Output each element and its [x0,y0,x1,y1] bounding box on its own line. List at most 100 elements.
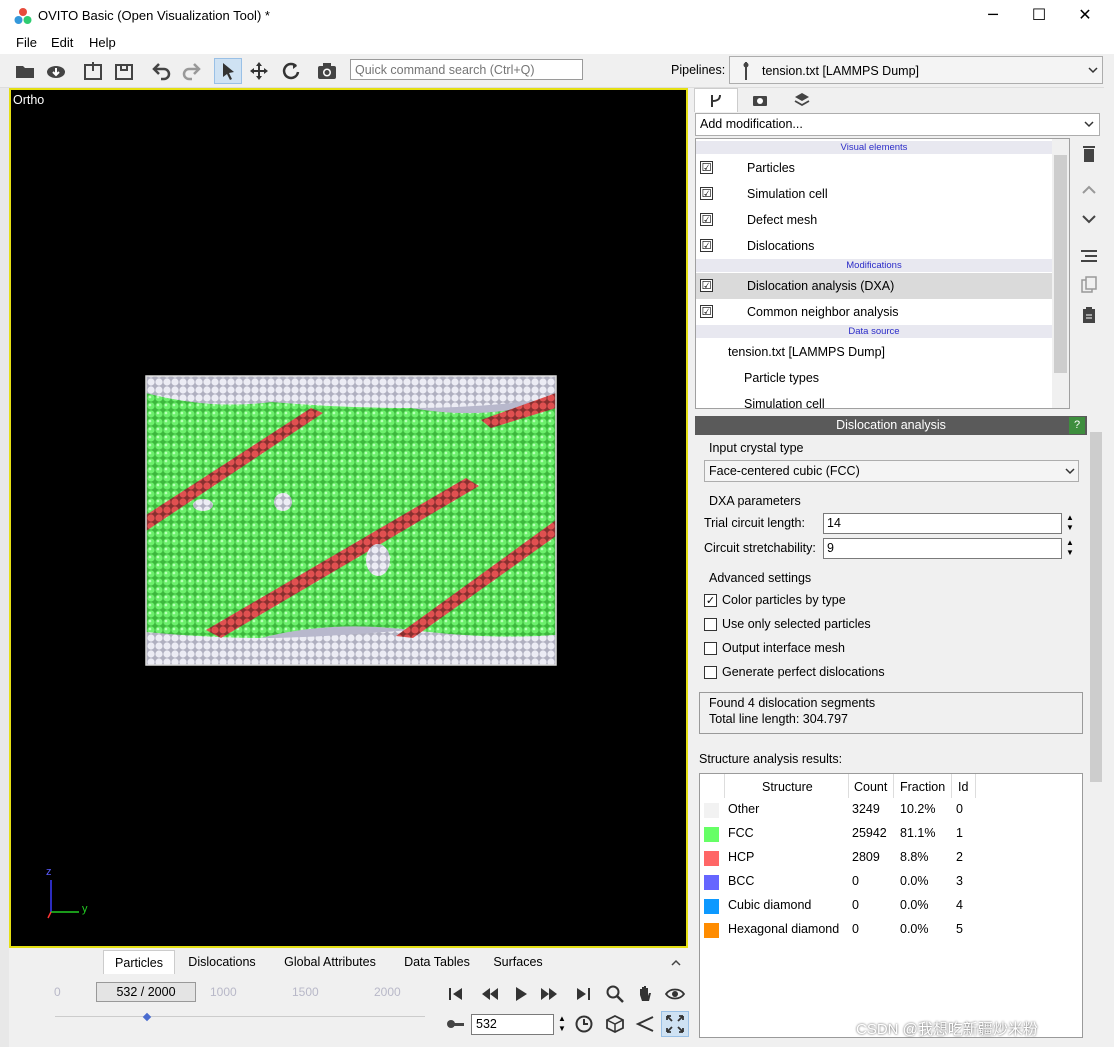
visual-checkbox[interactable]: ☑ [700,187,713,200]
pipeline-item-defect-mesh[interactable]: ☑ Defect mesh [696,207,1052,233]
pipeline-item-particles[interactable]: ☑ Particles [696,155,1052,181]
tab-overlays[interactable] [780,88,824,112]
orbit-eye-icon[interactable] [661,981,689,1007]
table-row[interactable]: Other 3249 10.2% 0 [700,798,1082,822]
structure-color-swatch[interactable] [704,827,719,842]
col-fraction[interactable]: Fraction [900,780,945,794]
menu-help[interactable]: Help [89,35,116,50]
menu-file[interactable]: File [16,35,37,50]
pipeline-list-scrollbar[interactable] [1052,139,1069,408]
menu-edit[interactable]: Edit [51,35,73,50]
visual-checkbox[interactable]: ☑ [700,161,713,174]
copy-modifier-icon[interactable] [1076,272,1102,298]
crystal-type-select[interactable]: Face-centered cubic (FCC) [704,460,1079,482]
add-modification-dropdown[interactable]: Add modification... [695,113,1100,136]
pipeline-editor-list[interactable]: Visual elements ☑ Particles ☑ Simulation c… [695,138,1070,409]
tab-render[interactable] [738,88,782,112]
panel-scrollbar[interactable] [1088,416,1104,1038]
circuit-stretchability-spinner[interactable]: ▲ ▼ [1064,538,1076,559]
jump-to-start-icon[interactable] [442,981,470,1007]
previous-frame-icon[interactable] [476,981,504,1007]
clipboard-icon[interactable] [1076,302,1102,328]
open-file-icon[interactable] [11,58,39,84]
pipeline-item-source-cell[interactable]: Simulation cell [696,391,1052,408]
play-icon[interactable] [506,981,534,1007]
pipeline-item-dislocations[interactable]: ☑ Dislocations [696,233,1052,259]
import-icon[interactable] [79,58,107,84]
chevron-up-icon[interactable] [671,958,681,966]
checkbox[interactable] [704,666,717,679]
tab-dislocations[interactable]: Dislocations [179,950,265,974]
current-frame-input[interactable]: 532 [471,1014,554,1035]
time-slider-handle[interactable]: 532 / 2000 [96,982,196,1002]
save-session-icon[interactable] [110,58,138,84]
tab-pipeline[interactable] [694,88,738,112]
tab-particles[interactable]: Particles [103,950,175,974]
render-camera-icon[interactable] [313,58,341,84]
load-remote-icon[interactable] [42,58,70,84]
delete-modifier-icon[interactable] [1076,141,1102,167]
visual-checkbox[interactable]: ☑ [700,213,713,226]
pipeline-selector[interactable]: tension.txt [LAMMPS Dump] [729,56,1103,84]
modifier-templates-icon[interactable] [1076,243,1102,269]
circuit-stretchability-input[interactable]: 9 [823,538,1062,559]
modifier-checkbox[interactable]: ☑ [700,279,713,292]
modifier-checkbox[interactable]: ☑ [700,305,713,318]
table-row[interactable]: Cubic diamond 0 0.0% 4 [700,894,1082,918]
pipeline-item-label: Particles [747,161,795,175]
pipeline-item-dxa[interactable]: ☑ Dislocation analysis (DXA) [696,273,1052,299]
viewport-ortho[interactable]: Ortho z y [9,88,688,948]
maximize-button[interactable]: ☐ [1016,0,1062,32]
table-row[interactable]: Hexagonal diamond 0 0.0% 5 [700,918,1082,942]
move-up-icon[interactable] [1076,177,1102,203]
undo-icon[interactable] [147,58,175,84]
scroll-thumb[interactable] [1054,155,1067,373]
structure-color-swatch[interactable] [704,851,719,866]
scroll-thumb[interactable] [1090,432,1102,782]
tab-global-attributes[interactable]: Global Attributes [273,950,387,974]
structure-results-table[interactable]: Structure Count Fraction Id Other 3249 10.… [699,773,1083,1038]
select-mode-icon[interactable] [214,58,242,84]
pipeline-item-source-file[interactable]: tension.txt [LAMMPS Dump] [696,339,1052,365]
move-mode-icon[interactable] [245,58,273,84]
col-structure[interactable]: Structure [762,780,813,794]
tab-data-tables[interactable]: Data Tables [395,950,479,974]
table-row[interactable]: HCP 2809 8.8% 2 [700,846,1082,870]
key-icon[interactable] [441,1011,469,1037]
structure-color-swatch[interactable] [704,923,719,938]
structure-color-swatch[interactable] [704,803,719,818]
clock-icon[interactable] [570,1011,598,1037]
tab-surfaces[interactable]: Surfaces [487,950,549,974]
structure-color-swatch[interactable] [704,875,719,890]
redo-icon[interactable] [178,58,206,84]
structure-color-swatch[interactable] [704,899,719,914]
timeline-marker[interactable] [142,1012,152,1022]
fov-icon[interactable] [631,1011,659,1037]
frame-spinner[interactable]: ▲ ▼ [556,1014,568,1035]
jump-to-end-icon[interactable] [569,981,597,1007]
quick-command-search-input[interactable] [350,59,583,80]
visual-checkbox[interactable]: ☑ [700,239,713,252]
trial-circuit-spinner[interactable]: ▲ ▼ [1064,513,1076,534]
pipeline-item-simulation-cell[interactable]: ☑ Simulation cell [696,181,1052,207]
col-id[interactable]: Id [958,780,968,794]
checkbox[interactable] [704,642,717,655]
trial-circuit-input[interactable]: 14 [823,513,1062,534]
col-count[interactable]: Count [854,780,887,794]
pan-hand-icon[interactable] [631,981,659,1007]
zoom-all-icon[interactable] [661,1011,689,1037]
table-row[interactable]: BCC 0 0.0% 3 [700,870,1082,894]
pick-orbit-center-icon[interactable] [601,1011,629,1037]
help-button[interactable]: ? [1069,417,1085,434]
pipeline-item-cna[interactable]: ☑ Common neighbor analysis [696,299,1052,325]
move-down-icon[interactable] [1076,206,1102,232]
minimize-button[interactable]: ─ [970,0,1016,32]
close-button[interactable]: ✕ [1062,0,1108,32]
table-row[interactable]: FCC 25942 81.1% 1 [700,822,1082,846]
next-frame-icon[interactable] [535,981,563,1007]
checkbox[interactable]: ✓ [704,594,717,607]
zoom-icon[interactable] [601,981,629,1007]
checkbox[interactable] [704,618,717,631]
pipeline-item-particle-types[interactable]: Particle types [696,365,1052,391]
rotate-mode-icon[interactable] [277,58,305,84]
